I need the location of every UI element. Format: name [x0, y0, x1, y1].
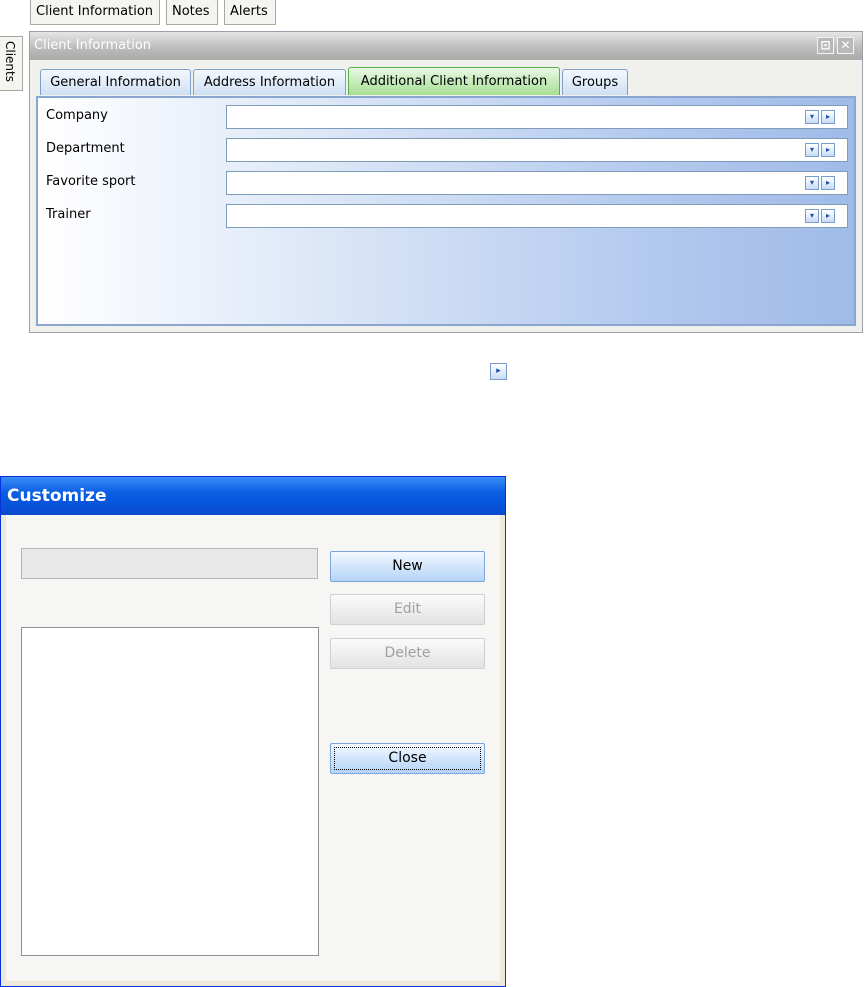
department-label: Department [46, 141, 125, 156]
company-label: Company [46, 108, 108, 123]
customize-name-input[interactable] [21, 548, 318, 579]
customize-items-list[interactable] [21, 627, 319, 956]
close-button[interactable]: Close [330, 743, 485, 774]
delete-button[interactable]: Delete [330, 638, 485, 669]
panel-title: Client Information [34, 38, 152, 53]
customize-dialog: Customize New Edit Delete Close [0, 476, 506, 987]
arrow-right-icon[interactable]: ▸ [821, 176, 835, 190]
department-field[interactable]: ▾ ▸ [226, 138, 848, 162]
edit-button[interactable]: Edit [330, 594, 485, 625]
favorite-sport-label: Favorite sport [46, 174, 136, 189]
alerts-toggle-button[interactable]: Alerts [224, 0, 276, 25]
arrow-right-icon[interactable]: ▸ [821, 143, 835, 157]
dialog-title-bar[interactable]: Customize [1, 477, 505, 515]
chevron-down-icon[interactable]: ▾ [805, 209, 819, 223]
pin-icon[interactable]: ⊡ [817, 37, 834, 54]
tab-general-information[interactable]: General Information [40, 69, 191, 95]
additional-info-form: Company ▾ ▸ Department ▾ ▸ Favorite spor… [36, 96, 856, 326]
clients-side-tab-label: Clients [3, 41, 17, 82]
arrow-right-icon[interactable]: ▸ [490, 363, 507, 380]
arrow-right-icon[interactable]: ▸ [821, 209, 835, 223]
chevron-down-icon[interactable]: ▾ [805, 143, 819, 157]
new-button[interactable]: New [330, 551, 485, 582]
panel-title-bar: Client Information ⊡ ✕ [30, 32, 862, 60]
arrow-right-icon[interactable]: ▸ [821, 110, 835, 124]
notes-toggle-button[interactable]: Notes [166, 0, 218, 25]
favorite-sport-field[interactable]: ▾ ▸ [226, 171, 848, 195]
chevron-down-icon[interactable]: ▾ [805, 176, 819, 190]
tab-groups[interactable]: Groups [562, 69, 628, 95]
company-field[interactable]: ▾ ▸ [226, 105, 848, 129]
clients-side-tab[interactable]: Clients [0, 36, 23, 91]
dialog-content: New Edit Delete Close [6, 515, 500, 981]
trainer-label: Trainer [46, 207, 91, 222]
dialog-title: Customize [7, 486, 107, 506]
tab-address-information[interactable]: Address Information [193, 69, 346, 95]
client-information-panel: Client Information ⊡ ✕ General Informati… [29, 31, 863, 333]
chevron-down-icon[interactable]: ▾ [805, 110, 819, 124]
trainer-field[interactable]: ▾ ▸ [226, 204, 848, 228]
client-information-toggle-button[interactable]: Client Information [30, 0, 160, 25]
close-icon[interactable]: ✕ [837, 37, 854, 54]
tab-additional-client-information[interactable]: Additional Client Information [348, 67, 560, 95]
